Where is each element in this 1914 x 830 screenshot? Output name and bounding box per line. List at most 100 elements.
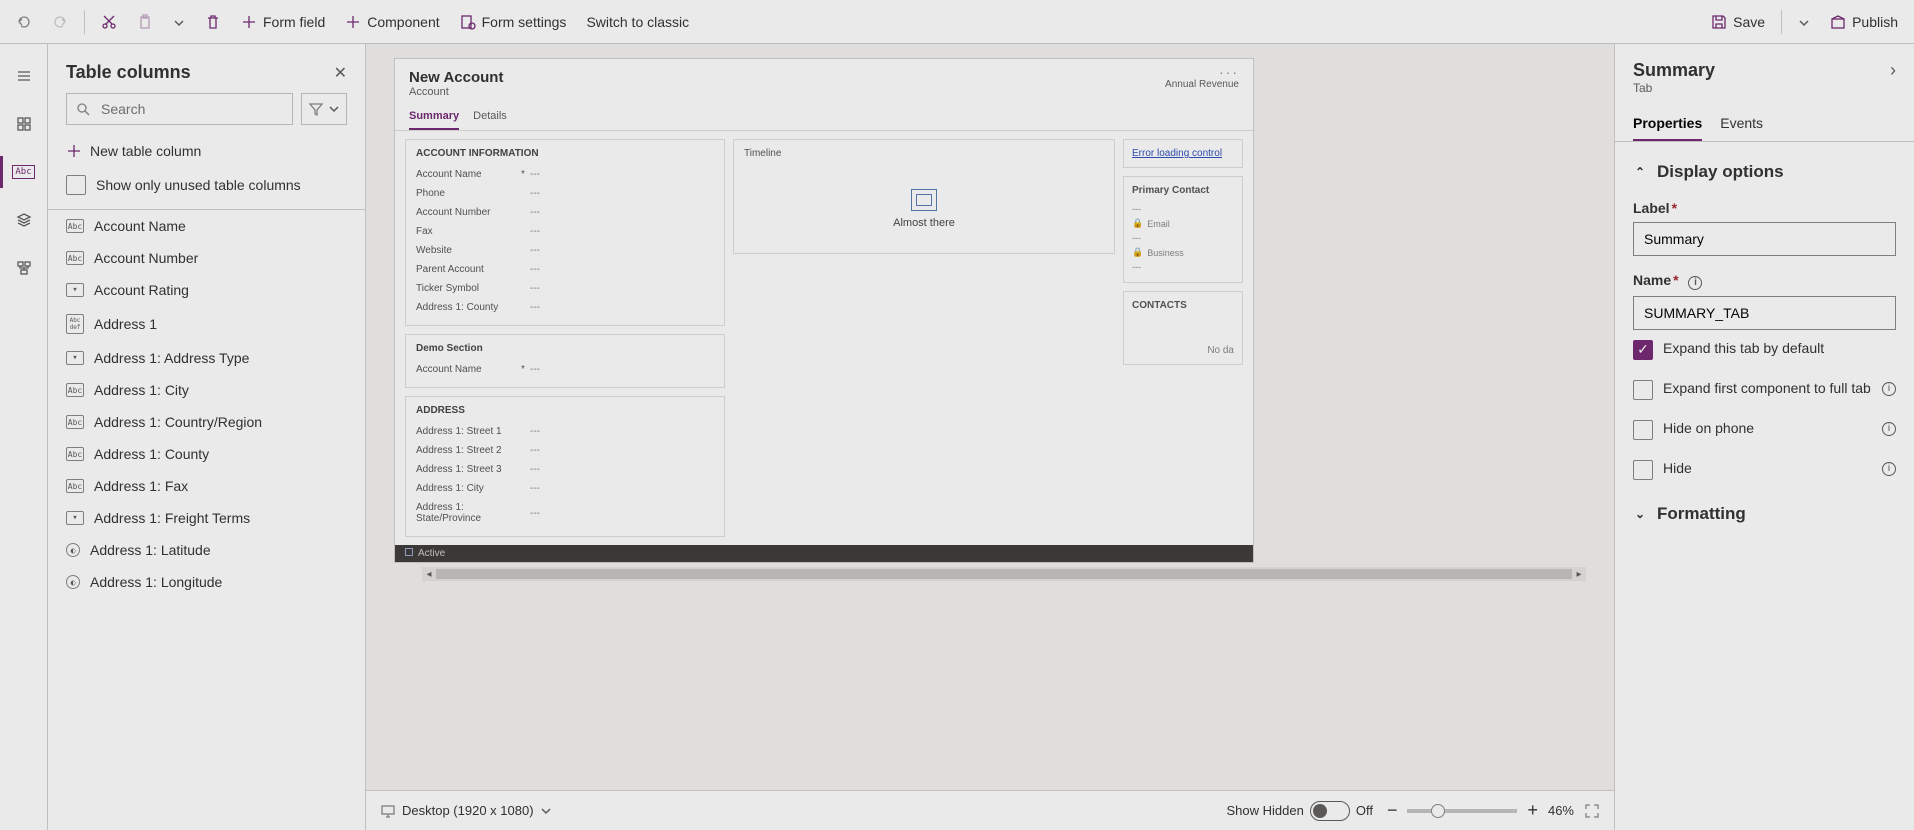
form-canvas[interactable]: New Account Account ··· Annual Revenue S… <box>394 58 1254 563</box>
add-component-button[interactable]: Component <box>337 8 447 36</box>
table-column-item[interactable]: AbcAccount Name <box>48 210 365 242</box>
search-input[interactable] <box>99 100 284 118</box>
table-column-item[interactable]: Account Rating <box>48 274 365 306</box>
delete-button[interactable] <box>197 8 229 36</box>
name-input[interactable] <box>1633 296 1896 330</box>
table-column-item[interactable]: AbcAddress 1: County <box>48 438 365 470</box>
table-column-item[interactable]: AbcAddress 1: City <box>48 374 365 406</box>
expand-default-checkbox[interactable]: ✓ <box>1633 340 1653 360</box>
switch-classic-button[interactable]: Switch to classic <box>578 8 697 36</box>
form-field-row[interactable]: Account Number--- <box>416 203 714 222</box>
unused-checkbox[interactable] <box>66 175 86 195</box>
accordion-formatting[interactable]: ⌄ Formatting <box>1633 498 1896 534</box>
section-demo[interactable]: Demo Section Account Name*--- <box>405 334 725 388</box>
table-column-item[interactable]: AbcAddress 1: Country/Region <box>48 406 365 438</box>
zoom-fit-icon[interactable] <box>1584 803 1600 819</box>
expand-first-checkbox[interactable] <box>1633 380 1653 400</box>
paste-button[interactable] <box>129 8 161 36</box>
left-rail: Abc <box>0 44 48 830</box>
label-field-label: Label <box>1633 200 1670 216</box>
cut-button[interactable] <box>93 8 125 36</box>
save-button[interactable]: Save <box>1703 8 1773 36</box>
form-field-row[interactable]: Address 1: State/Province--- <box>416 498 714 528</box>
cut-icon <box>101 14 117 30</box>
form-field-row[interactable]: Phone--- <box>416 184 714 203</box>
redo-button[interactable] <box>44 8 76 36</box>
undo-button[interactable] <box>8 8 40 36</box>
props-tab-events[interactable]: Events <box>1720 109 1763 141</box>
save-split-button[interactable] <box>1790 10 1818 34</box>
form-field-row[interactable]: Address 1: Street 1--- <box>416 422 714 441</box>
table-column-item[interactable]: ◐Address 1: Longitude <box>48 566 365 598</box>
form-settings-button[interactable]: Form settings <box>452 8 575 36</box>
info-icon[interactable]: i <box>1882 382 1896 396</box>
form-field-row[interactable]: Parent Account--- <box>416 260 714 279</box>
field-label: Website <box>416 245 516 256</box>
filter-button[interactable] <box>301 93 347 125</box>
form-field-row[interactable]: Account Name*--- <box>416 165 714 184</box>
form-field-row[interactable]: Website--- <box>416 241 714 260</box>
field-label: Address 1: County <box>416 302 516 313</box>
monitor-icon <box>380 803 396 819</box>
table-column-item[interactable]: ◐Address 1: Latitude <box>48 534 365 566</box>
canvas-hscrollbar[interactable]: ◂ ▸ <box>422 567 1586 581</box>
device-selector[interactable]: Desktop (1920 x 1080) <box>380 803 552 819</box>
contacts-card[interactable]: CONTACTS No da <box>1123 291 1243 365</box>
paste-split-button[interactable] <box>165 10 193 34</box>
primary-contact-card[interactable]: Primary Contact --- 🔒Email --- 🔒Business… <box>1123 176 1243 283</box>
table-column-item[interactable]: AbcdefAddress 1 <box>48 306 365 342</box>
form-field-row[interactable]: Address 1: Street 3--- <box>416 460 714 479</box>
table-column-item[interactable]: AbcAddress 1: Fax <box>48 470 365 502</box>
zoom-out-button[interactable]: − <box>1387 800 1398 821</box>
close-panel-button[interactable]: ✕ <box>334 63 347 83</box>
table-columns-list[interactable]: AbcAccount NameAbcAccount NumberAccount … <box>48 209 365 830</box>
timeline-caption: Almost there <box>744 217 1104 229</box>
props-tab-properties[interactable]: Properties <box>1633 109 1702 141</box>
canvas-scroll[interactable]: New Account Account ··· Annual Revenue S… <box>366 44 1614 790</box>
error-link[interactable]: Error loading control <box>1132 148 1222 159</box>
form-settings-icon <box>460 14 476 30</box>
publish-button[interactable]: Publish <box>1822 8 1906 36</box>
table-column-item[interactable]: AbcAccount Number <box>48 242 365 274</box>
field-label: Account Number <box>416 207 516 218</box>
search-input-wrapper[interactable] <box>66 93 293 125</box>
show-hidden-toggle[interactable] <box>1310 801 1350 821</box>
table-column-item[interactable]: Address 1: Address Type <box>48 342 365 374</box>
zoom-in-button[interactable]: + <box>1527 800 1538 821</box>
components-rail-button[interactable] <box>4 104 44 144</box>
field-label: Parent Account <box>416 264 516 275</box>
expand-default-label: Expand this tab by default <box>1663 340 1896 356</box>
form-field-row[interactable]: Fax--- <box>416 222 714 241</box>
error-card[interactable]: Error loading control <box>1123 139 1243 168</box>
info-icon[interactable]: i <box>1882 422 1896 436</box>
contacts-title: CONTACTS <box>1132 300 1234 311</box>
info-icon[interactable]: i <box>1688 276 1702 290</box>
form-field-row[interactable]: Ticker Symbol--- <box>416 279 714 298</box>
form-field-row[interactable]: Address 1: County--- <box>416 298 714 317</box>
add-form-field-button[interactable]: Form field <box>233 8 333 36</box>
layers-rail-button[interactable] <box>4 200 44 240</box>
hamburger-button[interactable] <box>4 56 44 96</box>
section-account-info[interactable]: ACCOUNT INFORMATION Account Name*---Phon… <box>405 139 725 326</box>
zoom-slider[interactable] <box>1407 809 1517 813</box>
accordion-display-options[interactable]: ⌃ Display options <box>1633 156 1896 192</box>
hide-checkbox[interactable] <box>1633 460 1653 480</box>
label-input[interactable] <box>1633 222 1896 256</box>
form-field-row[interactable]: Address 1: City--- <box>416 479 714 498</box>
new-table-column-button[interactable]: New table column <box>48 135 365 167</box>
form-field-row[interactable]: Address 1: Street 2--- <box>416 441 714 460</box>
table-column-item[interactable]: Address 1: Freight Terms <box>48 502 365 534</box>
section-address[interactable]: ADDRESS Address 1: Street 1---Address 1:… <box>405 396 725 537</box>
form-field-row[interactable]: Account Name*--- <box>416 360 714 379</box>
tree-rail-button[interactable] <box>4 248 44 288</box>
timeline-section[interactable]: Timeline Almost there <box>733 139 1115 254</box>
form-tab-details[interactable]: Details <box>473 106 507 130</box>
hide-phone-checkbox[interactable] <box>1633 420 1653 440</box>
info-icon[interactable]: i <box>1882 462 1896 476</box>
more-icon[interactable]: ··· <box>1165 69 1239 79</box>
canvas-toolbar: Desktop (1920 x 1080) Show Hidden Off − … <box>366 790 1614 830</box>
text-type-icon: Abc <box>66 219 84 233</box>
collapse-props-button[interactable]: › <box>1890 60 1896 81</box>
form-tab-summary[interactable]: Summary <box>409 106 459 130</box>
table-columns-rail-button[interactable]: Abc <box>4 152 44 192</box>
